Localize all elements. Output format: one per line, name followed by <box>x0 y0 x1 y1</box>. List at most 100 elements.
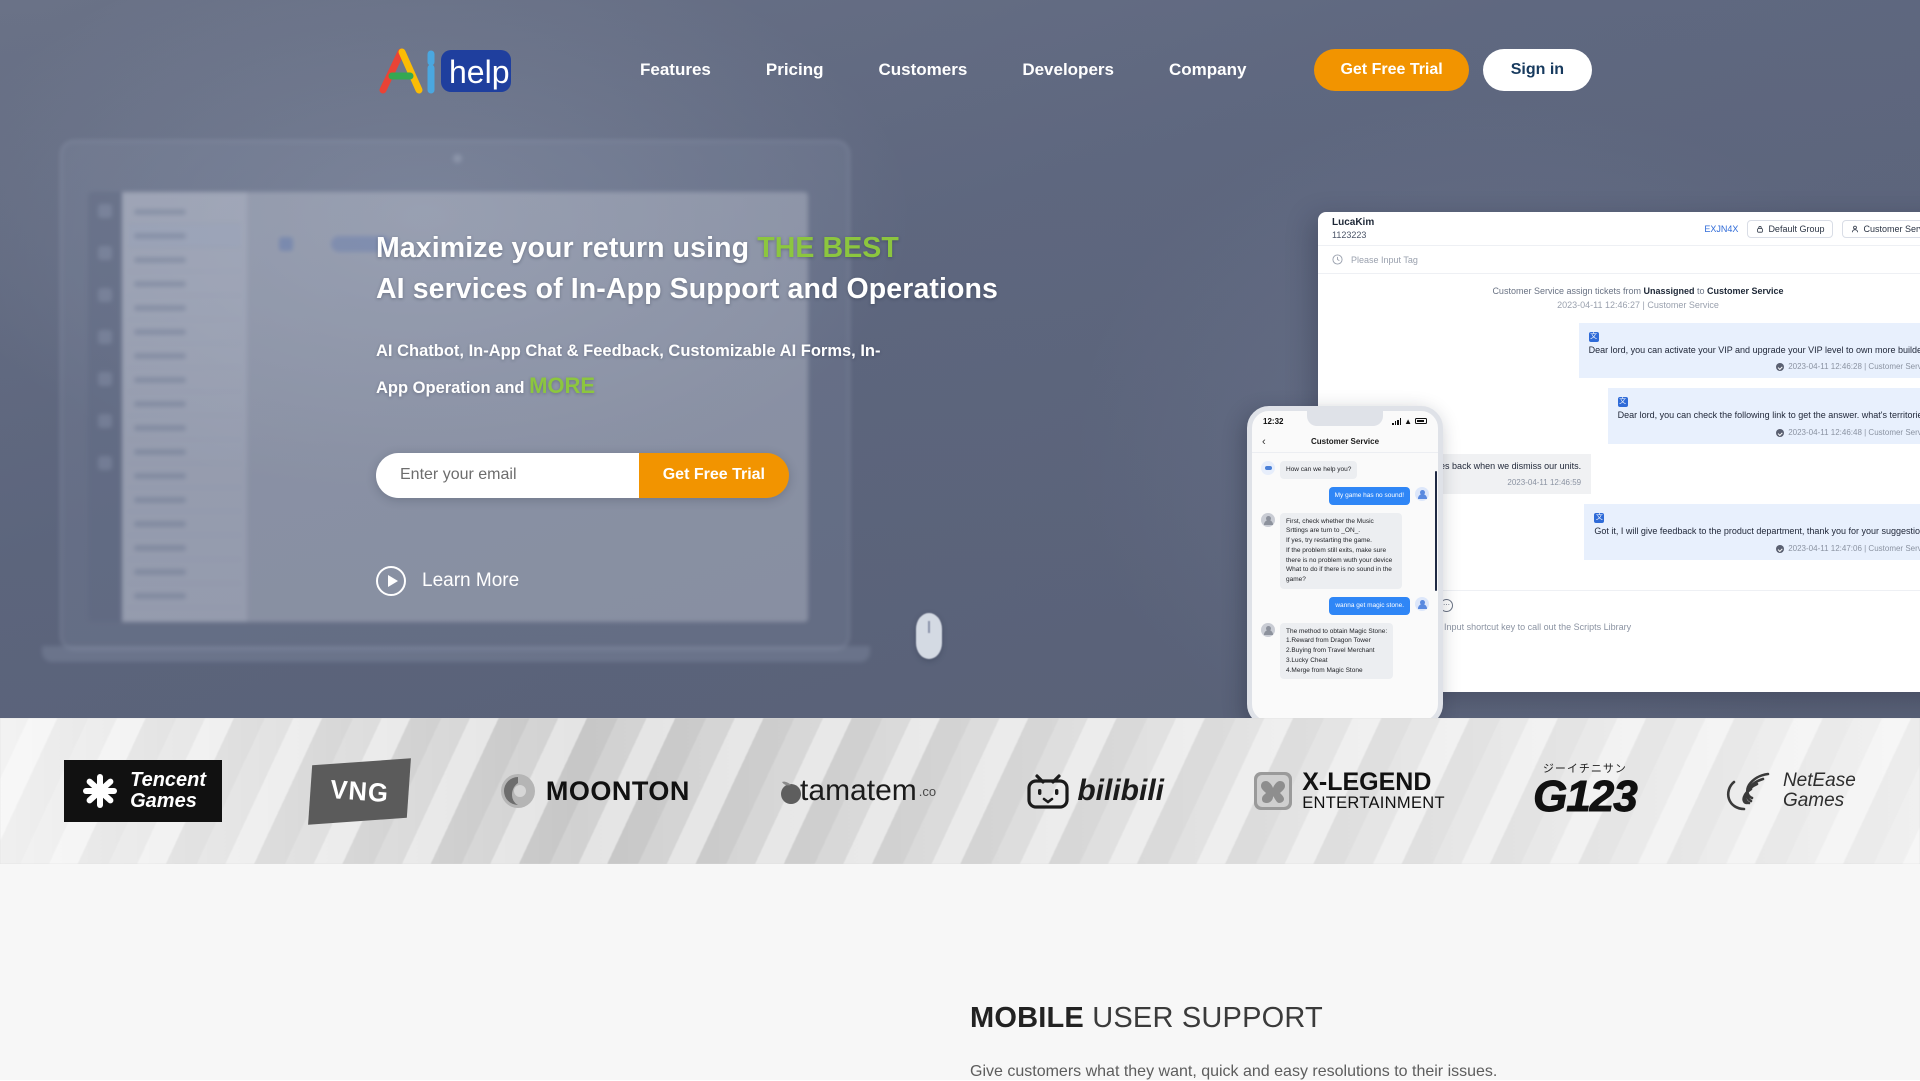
sign-in-button[interactable]: Sign in <box>1482 49 1593 91</box>
get-free-trial-button[interactable]: Get Free Trial <box>1314 49 1469 91</box>
dm-customer-service-button[interactable]: Customer Service <box>1842 219 1920 238</box>
dm-ticket-code[interactable]: EXJN4X <box>1704 224 1738 234</box>
dm-customer-service-label: Customer Service <box>1863 223 1920 234</box>
vng-label: VNG <box>329 773 391 808</box>
sent-tick-icon <box>1776 363 1785 372</box>
brand-logo[interactable]: help <box>375 44 515 96</box>
phone-message-text: My game has no sound! <box>1328 486 1410 505</box>
phone-chat-mockup: 12:32 ▲ ‹ Customer Service How can we he… <box>1247 406 1443 718</box>
dm-user-name: LucaKim <box>1332 217 1375 228</box>
tamatem-suffix: .co <box>918 783 937 799</box>
phone-notch <box>1307 411 1383 426</box>
user-icon <box>1852 225 1859 232</box>
bilibili-tv-icon <box>1027 774 1069 809</box>
phone-message-text: First, check whether the Music Srttings … <box>1280 512 1402 589</box>
headline-line2: AI services of In-App Support and Operat… <box>376 272 998 305</box>
dm-sys-prefix: Customer Service assign tickets from <box>1492 286 1644 296</box>
phone-message-text: How can we help you? <box>1280 461 1358 479</box>
g123-label: G123 <box>1533 771 1639 821</box>
phone-message-text: The method to obtain Magic Stone: 1.Rewa… <box>1280 622 1394 680</box>
dm-message-stamp: 2023-04-11 12:47:06 | Customer Service <box>1788 543 1920 553</box>
learn-more-label: Learn More <box>422 569 520 591</box>
phone-clock: 12:32 <box>1263 416 1284 426</box>
mobile-section-title-bold: MOBILE <box>970 1002 1084 1034</box>
dm-message-text: Dear lord, you can check the following l… <box>1617 410 1920 421</box>
user-avatar-icon <box>1415 486 1429 501</box>
dm-tag-placeholder: Please Input Tag <box>1351 254 1418 265</box>
dm-message-stamp: 2023-04-11 12:46:28 | Customer Service <box>1788 362 1920 372</box>
agent-avatar-icon <box>1261 622 1275 637</box>
client-logo-netease-games: NetEase Games <box>1725 758 1856 824</box>
client-logo-xlegend: X-LEGEND ENTERTAINMENT <box>1252 758 1445 824</box>
dm-tag-input-row[interactable]: Please Input Tag ⌄ <box>1318 246 1920 274</box>
phone-title: Customer Service <box>1310 437 1380 446</box>
nav-link-features[interactable]: Features <box>640 50 711 90</box>
hero-subheadline: AI Chatbot, In-App Chat & Feedback, Cust… <box>376 336 906 407</box>
bot-avatar-icon <box>1261 461 1275 475</box>
dm-default-group-button[interactable]: Default Group <box>1747 219 1834 238</box>
netease-line1: NetEase <box>1782 770 1856 792</box>
email-input[interactable] <box>376 452 639 498</box>
dm-sys-to: Customer Service <box>1707 286 1784 296</box>
nav-link-developers[interactable]: Developers <box>1022 50 1114 90</box>
lock-icon <box>1757 225 1764 233</box>
mobile-section-subtitle: Give customers what they want, quick and… <box>970 1063 1498 1080</box>
headline-line1-accent: THE BEST <box>757 232 899 264</box>
client-logo-moonton: MOONTON <box>498 758 690 824</box>
phone-message-row: My game has no sound! <box>1261 486 1429 505</box>
play-icon <box>376 565 406 596</box>
dm-sys-from: Unassigned <box>1643 286 1695 296</box>
headline-line1-plain: Maximize your return using <box>376 232 758 264</box>
xlegend-line2: ENTERTAINMENT <box>1302 794 1445 813</box>
phone-message-row: wanna get magic stone. <box>1261 596 1429 615</box>
xlegend-mark-icon <box>1254 772 1293 810</box>
hero-section: help Features Pricing Customers Develope… <box>0 0 1920 718</box>
phone-message-row: How can we help you? <box>1261 461 1429 479</box>
client-logo-tamatem: tamatem .co <box>778 758 936 824</box>
nav-link-pricing[interactable]: Pricing <box>766 50 824 90</box>
tencent-line1: Tencent <box>130 769 207 791</box>
moonton-label: MOONTON <box>545 775 690 806</box>
client-logo-vng: VNG <box>308 757 412 825</box>
bilibili-label: bilibili <box>1077 774 1164 807</box>
nav-link-company[interactable]: Company <box>1169 50 1246 90</box>
agent-avatar-icon <box>1261 512 1275 527</box>
learn-more-button[interactable]: Learn More <box>376 565 520 596</box>
mouse-decoration <box>916 613 942 659</box>
phone-message-row: First, check whether the Music Srttings … <box>1261 512 1429 589</box>
dm-message-text: Got it, I will give feedback to the prod… <box>1594 526 1920 537</box>
nav-cta-group: Get Free Trial Sign in <box>1314 49 1593 91</box>
translate-icon: 文 <box>1594 513 1605 524</box>
phone-title-bar: ‹ Customer Service <box>1252 431 1438 453</box>
dm-message-text: Dear lord, you can activate your VIP and… <box>1588 344 1920 355</box>
dm-default-group-label: Default Group <box>1768 223 1825 234</box>
email-signup-form: Get Free Trial <box>376 452 789 498</box>
sent-tick-icon <box>1776 428 1785 437</box>
battery-icon <box>1415 417 1427 425</box>
wifi-icon: ▲ <box>1404 416 1412 426</box>
dm-user-id: 1123223 <box>1332 230 1367 240</box>
phone-scrollbar[interactable] <box>1435 471 1437 591</box>
mobile-section-title: MOBILE USER SUPPORT <box>970 1002 1920 1035</box>
svg-text:help: help <box>449 54 510 90</box>
moonton-mark-icon <box>500 774 535 808</box>
client-logo-tencent-games: Tencent Games <box>64 758 223 824</box>
translate-icon: 文 <box>1617 397 1628 408</box>
dm-message-stamp: 2023-04-11 12:46:59 <box>1507 478 1582 488</box>
nav-link-customers[interactable]: Customers <box>879 50 968 90</box>
dm-system-message: Customer Service assign tickets from Una… <box>1334 284 1920 313</box>
aihelp-logo-icon: help <box>379 48 511 94</box>
xlegend-line1: X-LEGEND <box>1302 768 1432 797</box>
dm-message-stamp: 2023-04-11 12:46:48 | Customer Service <box>1788 427 1920 437</box>
netease-line2: Games <box>1782 790 1845 811</box>
phone-message-row: The method to obtain Magic Stone: 1.Rewa… <box>1261 622 1429 680</box>
desktop-mock-header: LucaKim 1123223 EXJN4X Default Group Cus… <box>1318 212 1920 246</box>
mobile-user-support-section: MOBILE USER SUPPORT Give customers what … <box>0 864 1920 1080</box>
phone-message-text: wanna get magic stone. <box>1329 596 1410 615</box>
hero-copy: Maximize your return using THE BEST AI s… <box>376 228 1016 596</box>
user-avatar-icon <box>1415 596 1429 611</box>
client-logo-bilibili: bilibili <box>1024 758 1164 824</box>
hero-get-free-trial-button[interactable]: Get Free Trial <box>638 452 789 498</box>
translate-icon: 文 <box>1588 331 1599 342</box>
tencent-mark-icon <box>83 774 118 808</box>
